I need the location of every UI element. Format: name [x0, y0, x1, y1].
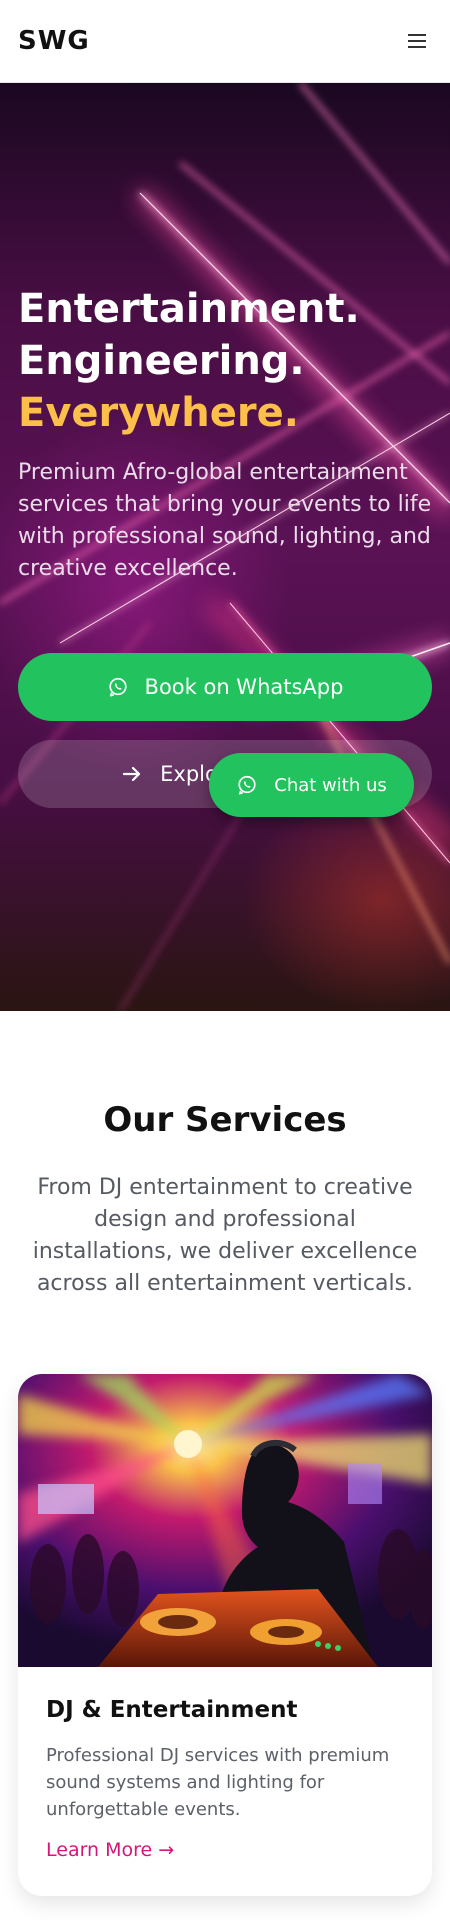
whatsapp-icon — [108, 677, 127, 697]
chat-with-us-button[interactable]: Chat with us — [209, 753, 414, 817]
menu-button[interactable] — [402, 26, 432, 56]
hero-title-accent: Everywhere. — [18, 390, 299, 436]
hamburger-menu-icon — [408, 34, 426, 48]
hero-section: Entertainment. Engineering. Everywhere. … — [0, 83, 450, 1011]
learn-more-link[interactable]: Learn More → — [46, 1839, 174, 1861]
service-card-title: DJ & Entertainment — [46, 1697, 298, 1723]
arrow-right-icon — [123, 766, 141, 782]
hero-title-line-1: Entertainment. — [18, 286, 360, 332]
service-card-description: Professional DJ services with premium so… — [46, 1745, 390, 1820]
hero-content: Entertainment. Engineering. Everywhere. … — [18, 283, 432, 585]
site-header: SWG — [0, 0, 450, 83]
hero-headline: Entertainment. Engineering. Everywhere. — [18, 283, 432, 439]
hero-description: Premium Afro-global entertainment servic… — [18, 460, 432, 581]
chat-with-us-label: Chat with us — [274, 774, 387, 796]
dj-entertainment-image — [18, 1374, 432, 1667]
book-whatsapp-label: Book on WhatsApp — [144, 675, 344, 699]
site-logo[interactable]: SWG — [18, 26, 90, 56]
services-title: Our Services — [103, 1100, 347, 1140]
service-card-dj[interactable]: DJ & Entertainment Professional DJ servi… — [18, 1374, 432, 1896]
hero-title-line-2: Engineering. — [18, 338, 305, 384]
whatsapp-icon — [238, 775, 256, 795]
services-description: From DJ entertainment to creative design… — [32, 1175, 418, 1296]
book-whatsapp-button[interactable]: Book on WhatsApp — [18, 653, 432, 721]
